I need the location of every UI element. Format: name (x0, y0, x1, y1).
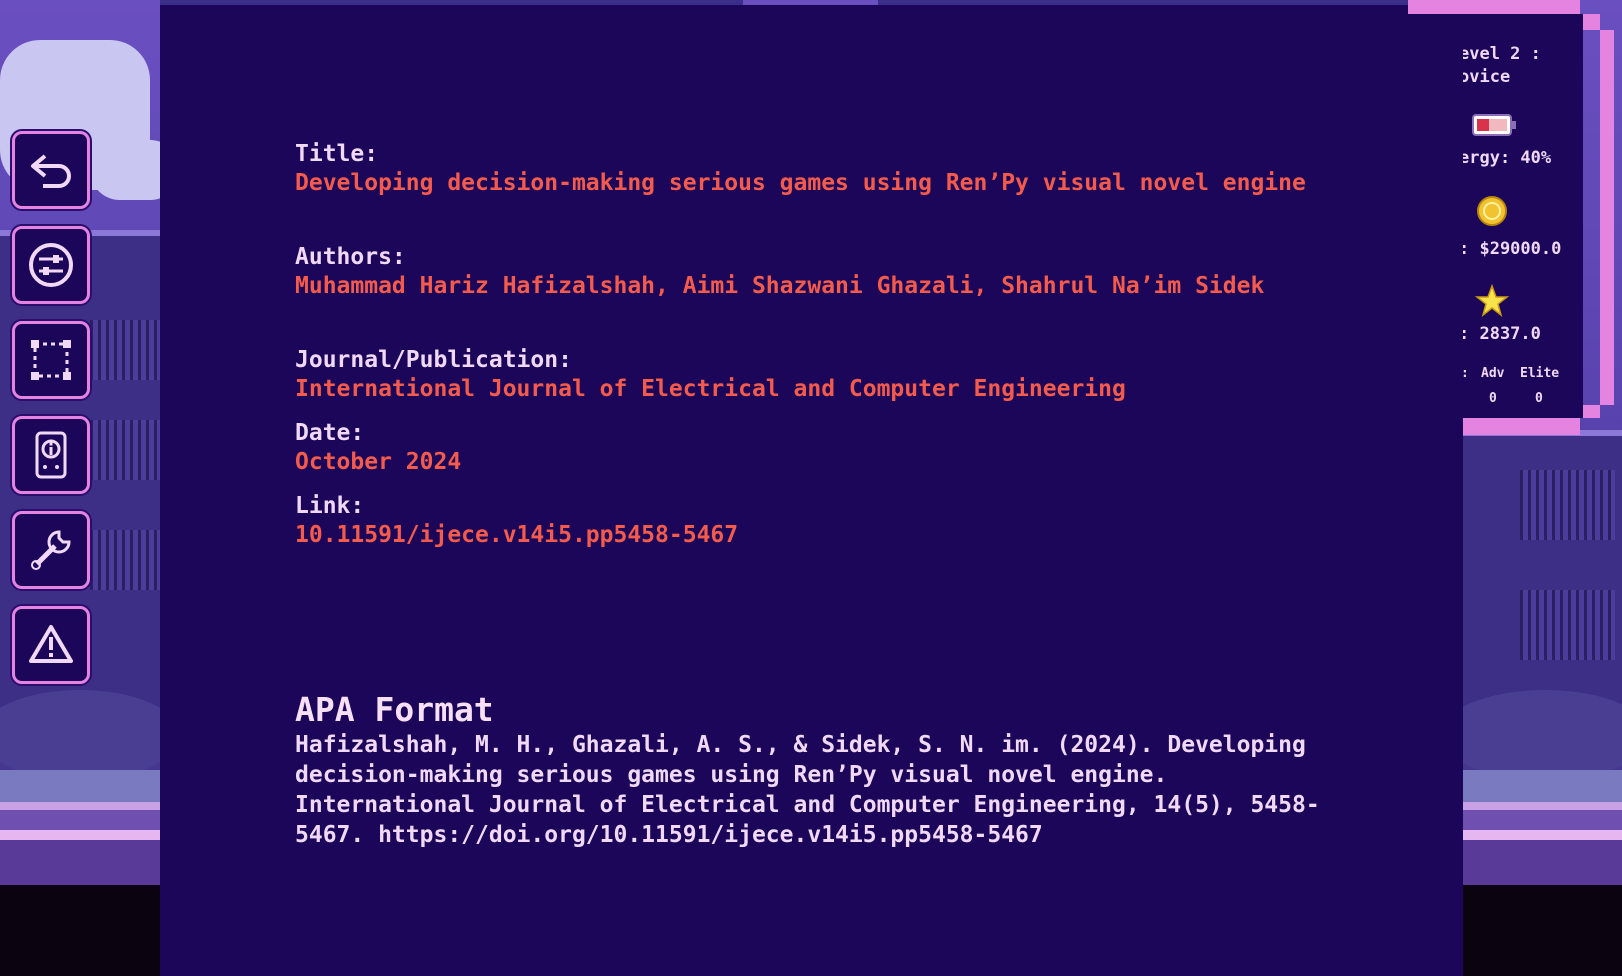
energy-fill (1477, 119, 1489, 131)
building-windows (1520, 590, 1615, 660)
stats-frame (1408, 0, 1580, 14)
stats-frame (1463, 418, 1580, 435)
star-icon (1475, 284, 1509, 317)
building-windows (90, 320, 160, 380)
sliders-icon (29, 243, 73, 287)
date-value: October 2024 (295, 449, 462, 475)
stats-panel: evel 2 : ovice ergy: 40% : $29000.0 : 28… (1463, 14, 1583, 418)
device-info-icon (35, 431, 67, 479)
stats-frame (1583, 14, 1600, 30)
link-value[interactable]: 10.11591/ijece.v14i5.pp5458-5467 (295, 521, 1345, 550)
warning-button[interactable] (12, 606, 90, 684)
apa-citation: Hafizalshah, M. H., Ghazali, A. S., & Si… (295, 732, 1320, 848)
wrench-icon (31, 530, 71, 570)
info-button[interactable] (12, 416, 90, 494)
authors-field: Authors: Muhammad Hariz Hafizalshah, Aim… (295, 243, 1345, 301)
stats-frame (1600, 30, 1614, 405)
select-button[interactable] (12, 321, 90, 399)
title-field: Title: Developing decision-making seriou… (295, 140, 1345, 198)
journal-value: International Journal of Electrical and … (295, 376, 1126, 402)
link-label: Link: (295, 493, 365, 519)
warning-icon (29, 625, 73, 663)
authors-label: Authors: (295, 244, 406, 270)
title-label: Title: (295, 141, 379, 167)
energy-text: ergy: 40% (1463, 148, 1552, 168)
money-text: : $29000.0 (1463, 239, 1562, 259)
coin-icon (1477, 196, 1507, 226)
building-windows (1520, 470, 1615, 540)
xp-text: : 2837.0 (1463, 324, 1541, 344)
bush (1440, 690, 1622, 780)
back-arrow-icon (31, 154, 71, 188)
elite-label: Elite (1520, 366, 1560, 381)
bush (0, 690, 180, 780)
back-button[interactable] (12, 131, 90, 209)
adv-value: 0 (1489, 391, 1497, 406)
journal-label: Journal/Publication: (295, 347, 572, 373)
elite-value: 0 (1535, 391, 1543, 406)
building-windows (90, 530, 160, 590)
link-field: Link: 10.11591/ijece.v14i5.pp5458-5467 (295, 492, 1345, 550)
title-value: Developing decision-making serious games… (295, 170, 1306, 196)
stats-frame (1583, 405, 1600, 418)
apa-heading: APA Format (295, 690, 494, 729)
building-windows (90, 420, 160, 480)
level-line1: evel 2 : (1463, 44, 1541, 64)
battery-icon (1472, 114, 1516, 136)
date-field: Date: October 2024 (295, 419, 1345, 477)
tools-button[interactable] (12, 511, 90, 589)
date-label: Date: (295, 420, 365, 446)
authors-value: Muhammad Hariz Hafizalshah, Aimi Shazwan… (295, 273, 1265, 299)
rank-prefix: : (1463, 366, 1469, 381)
journal-field: Journal/Publication: International Journ… (295, 346, 1345, 404)
settings-button[interactable] (12, 226, 90, 304)
selection-frame-icon (31, 340, 71, 380)
level-line2: ovice (1463, 67, 1511, 87)
adv-label: Adv (1481, 366, 1505, 381)
